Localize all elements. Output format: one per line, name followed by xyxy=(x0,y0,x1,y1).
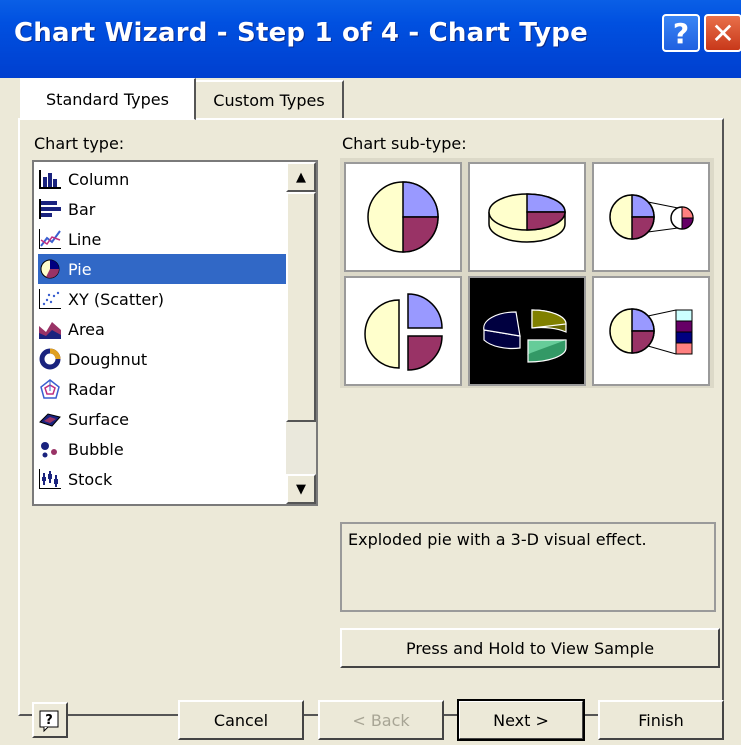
list-item-bar[interactable]: Bar xyxy=(38,194,286,224)
list-item-label: Column xyxy=(68,169,130,189)
view-sample-button[interactable]: Press and Hold to View Sample xyxy=(340,628,720,668)
close-icon: ✕ xyxy=(711,16,735,50)
exploded-pie-subtype-icon xyxy=(364,293,443,371)
chart-type-scrollbar[interactable]: ▲ ▼ xyxy=(286,162,316,504)
scroll-down-icon: ▼ xyxy=(296,481,306,497)
chart-type-list[interactable]: Column Bar Line Pie XY (Scatter) Area Do… xyxy=(32,160,318,506)
chart-type-label: Chart type: xyxy=(34,134,125,153)
bar-chart-icon xyxy=(39,199,61,219)
list-item-doughnut[interactable]: Doughnut xyxy=(38,344,286,374)
list-item-bubble[interactable]: Bubble xyxy=(38,434,286,464)
subtype-pie-of-pie[interactable] xyxy=(592,162,710,272)
list-item-stock[interactable]: Stock xyxy=(38,464,286,494)
list-item-label: Area xyxy=(68,319,105,339)
list-item-label: Bubble xyxy=(68,439,124,459)
list-item-radar[interactable]: Radar xyxy=(38,374,286,404)
list-item-column[interactable]: Column xyxy=(38,164,286,194)
list-item-area[interactable]: Area xyxy=(38,314,286,344)
pie-chart-icon xyxy=(40,259,60,279)
subtype-3d-pie[interactable] xyxy=(468,162,586,272)
list-item-label: Doughnut xyxy=(68,349,148,369)
doughnut-chart-icon xyxy=(39,348,61,370)
subtype-exploded-3d-pie[interactable] xyxy=(468,276,586,386)
chart-subtype-grid xyxy=(340,158,714,388)
list-item-surface[interactable]: Surface xyxy=(38,404,286,434)
list-item-pie[interactable]: Pie xyxy=(38,254,286,284)
next-button[interactable]: Next > xyxy=(457,699,585,741)
scroll-down-button[interactable]: ▼ xyxy=(286,474,316,504)
tab-label: Custom Types xyxy=(213,90,325,110)
help-icon: ? xyxy=(39,710,59,732)
scroll-thumb[interactable] xyxy=(286,192,316,422)
list-item-label: Stock xyxy=(68,469,113,489)
list-item-line[interactable]: Line xyxy=(38,224,286,254)
help-icon: ? xyxy=(672,16,690,50)
list-item-scatter[interactable]: XY (Scatter) xyxy=(38,284,286,314)
subtype-exploded-pie[interactable] xyxy=(344,276,462,386)
title-bar[interactable]: Chart Wizard - Step 1 of 4 - Chart Type … xyxy=(0,0,741,78)
chart-subtype-label: Chart sub-type: xyxy=(342,134,467,153)
scroll-up-button[interactable]: ▲ xyxy=(286,162,316,192)
list-item-label: Surface xyxy=(68,409,129,429)
column-chart-icon xyxy=(39,170,61,189)
exploded-3d-pie-subtype-icon xyxy=(483,309,567,363)
chart-wizard-dialog: Chart Wizard - Step 1 of 4 - Chart Type … xyxy=(0,0,741,745)
subtype-bar-of-pie[interactable] xyxy=(592,276,710,386)
window-title: Chart Wizard - Step 1 of 4 - Chart Type xyxy=(14,18,588,48)
surface-chart-icon xyxy=(39,413,61,427)
tab-custom-types[interactable]: Custom Types xyxy=(196,80,344,118)
area-chart-icon xyxy=(39,322,61,339)
bubble-chart-icon xyxy=(41,442,57,458)
scatter-chart-icon xyxy=(39,289,61,309)
list-item-label: Line xyxy=(68,229,102,249)
office-assistant-button[interactable]: ? xyxy=(32,702,68,738)
radar-chart-icon xyxy=(40,379,60,399)
list-item-label: Pie xyxy=(68,259,92,279)
cancel-button[interactable]: Cancel xyxy=(178,700,304,740)
line-chart-icon xyxy=(39,229,61,249)
tab-label: Standard Types xyxy=(46,89,169,109)
subtype-pie[interactable] xyxy=(344,162,462,272)
list-item-label: XY (Scatter) xyxy=(68,289,165,309)
svg-text:?: ? xyxy=(45,713,53,728)
list-item-label: Bar xyxy=(68,199,96,219)
pie-of-pie-subtype-icon xyxy=(609,194,694,240)
help-button[interactable]: ? xyxy=(662,14,700,52)
finish-button[interactable]: Finish xyxy=(598,700,724,740)
tab-standard-types[interactable]: Standard Types xyxy=(20,78,196,120)
stock-chart-icon xyxy=(39,469,61,489)
scroll-up-icon: ▲ xyxy=(296,169,306,185)
subtype-description: Exploded pie with a 3-D visual effect. xyxy=(340,522,716,612)
back-button[interactable]: < Back xyxy=(318,700,444,740)
list-item-label: Radar xyxy=(68,379,116,399)
bar-of-pie-subtype-icon xyxy=(609,308,693,355)
3d-pie-subtype-icon xyxy=(488,193,566,243)
pie-subtype-icon xyxy=(367,181,439,253)
close-button[interactable]: ✕ xyxy=(704,14,741,52)
